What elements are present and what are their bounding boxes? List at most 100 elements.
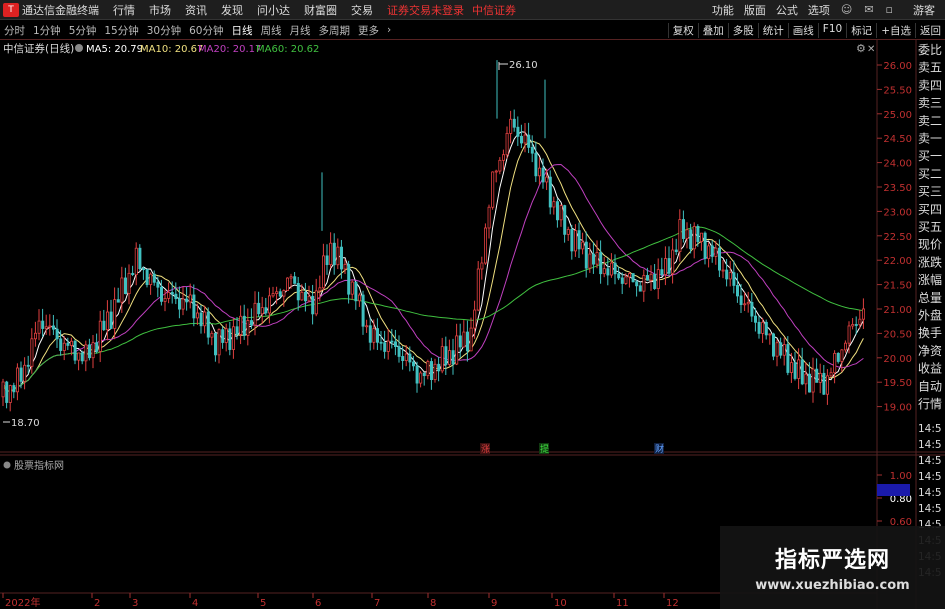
period-5min[interactable]: 5分钟 bbox=[69, 23, 97, 38]
menu-trade[interactable]: 交易 bbox=[351, 2, 373, 18]
btn-multi-stock[interactable]: 多股 bbox=[727, 22, 758, 38]
sub-settings-icon[interactable] bbox=[3, 461, 11, 469]
candle bbox=[397, 346, 401, 357]
period-weekly[interactable]: 周线 bbox=[261, 23, 282, 38]
x-tick: 7 bbox=[374, 598, 380, 609]
x-tick: 6 bbox=[315, 598, 321, 609]
candle bbox=[203, 311, 207, 327]
period-daily[interactable]: 日线 bbox=[232, 23, 253, 38]
candle bbox=[494, 170, 498, 173]
menu-function[interactable]: 功能 bbox=[712, 2, 734, 18]
help-icon[interactable]: ☺ bbox=[841, 3, 852, 16]
quote-side-panel: 委比卖五卖四卖三卖二卖一买一买二买三买四买五现价涨跌涨幅总量外盘换手净资收益自动… bbox=[918, 43, 942, 579]
close-icon[interactable]: ✕ bbox=[867, 44, 875, 55]
candle bbox=[710, 245, 714, 257]
candle bbox=[689, 229, 693, 250]
btn-adjust[interactable]: 复权 bbox=[667, 22, 698, 38]
time-label: 14:5 bbox=[918, 455, 942, 467]
gear-icon[interactable]: ⚙ bbox=[856, 42, 866, 55]
candle bbox=[527, 134, 531, 148]
candle bbox=[300, 291, 304, 301]
trade-login-alert[interactable]: 证券交易未登录 bbox=[387, 2, 464, 18]
candle bbox=[458, 335, 462, 348]
candle bbox=[847, 325, 851, 344]
menu-news[interactable]: 资讯 bbox=[185, 2, 207, 18]
menu-discover[interactable]: 发现 bbox=[221, 2, 243, 18]
btn-overlay[interactable]: 叠加 bbox=[697, 22, 728, 38]
candle bbox=[393, 341, 397, 347]
period-more[interactable]: 更多 bbox=[358, 23, 379, 38]
candle bbox=[602, 268, 606, 275]
kline-chart[interactable]: 中信证券(日线) MA5: 20.79 MA10: 20.67 MA20: 20… bbox=[0, 40, 945, 609]
candle bbox=[646, 275, 650, 281]
side-label: 买二 bbox=[918, 167, 942, 181]
candle bbox=[642, 275, 646, 292]
candle bbox=[192, 294, 196, 319]
x-tick: 5 bbox=[260, 598, 266, 609]
btn-back[interactable]: 返回 bbox=[915, 22, 945, 38]
candle bbox=[826, 375, 830, 395]
kline-chart-area[interactable]: 中信证券(日线) MA5: 20.79 MA10: 20.67 MA20: 20… bbox=[0, 40, 945, 609]
candle bbox=[253, 302, 257, 326]
side-label: 现价 bbox=[918, 238, 942, 252]
candle bbox=[339, 246, 343, 270]
candle bbox=[808, 373, 812, 393]
candle bbox=[347, 264, 351, 295]
candle bbox=[588, 253, 592, 269]
menu-quotes[interactable]: 行情 bbox=[113, 2, 135, 18]
menu-ask[interactable]: 问小达 bbox=[257, 2, 290, 18]
candle bbox=[592, 253, 596, 265]
period-multi[interactable]: 多周期 bbox=[319, 23, 351, 38]
period-60min[interactable]: 60分钟 bbox=[189, 23, 223, 38]
candle bbox=[264, 307, 268, 314]
period-tick[interactable]: 分时 bbox=[4, 23, 25, 38]
btn-add-watchlist[interactable]: +自选 bbox=[876, 22, 915, 38]
candle bbox=[408, 353, 412, 363]
menu-options[interactable]: 选项 bbox=[808, 2, 830, 18]
x-tick: 2 bbox=[94, 598, 100, 609]
side-label: 自动 bbox=[918, 379, 942, 393]
candle bbox=[70, 340, 74, 346]
broker-name[interactable]: 中信证券 bbox=[472, 2, 516, 18]
btn-draw[interactable]: 画线 bbox=[787, 22, 818, 38]
candle bbox=[563, 205, 567, 235]
minimize-icon[interactable]: ▫ bbox=[886, 3, 893, 16]
price-tick: 26.00 bbox=[883, 61, 912, 72]
candle bbox=[617, 273, 621, 279]
x-tick: 4 bbox=[192, 598, 198, 609]
candle bbox=[23, 364, 27, 382]
candle bbox=[483, 227, 487, 264]
candle bbox=[541, 167, 545, 183]
side-label: 换手 bbox=[918, 326, 942, 340]
btn-f10[interactable]: F10 bbox=[817, 22, 846, 38]
x-tick: 10 bbox=[554, 598, 567, 609]
candle bbox=[386, 340, 390, 352]
candle bbox=[267, 295, 271, 314]
menu-formula[interactable]: 公式 bbox=[776, 2, 798, 18]
btn-mark[interactable]: 标记 bbox=[846, 22, 876, 38]
candle bbox=[631, 273, 635, 283]
period-1min[interactable]: 1分钟 bbox=[33, 23, 61, 38]
period-monthly[interactable]: 月线 bbox=[290, 23, 311, 38]
time-label: 14:5 bbox=[918, 439, 942, 451]
candle bbox=[206, 311, 210, 338]
candle bbox=[574, 230, 578, 252]
period-15min[interactable]: 15分钟 bbox=[104, 23, 138, 38]
period-30min[interactable]: 30分钟 bbox=[147, 23, 181, 38]
settings-dot-icon[interactable] bbox=[75, 44, 83, 52]
mail-icon[interactable]: ✉ bbox=[864, 3, 873, 16]
candle bbox=[329, 242, 333, 266]
guest-label[interactable]: 游客 bbox=[913, 2, 935, 18]
candle bbox=[779, 342, 783, 356]
chevron-right-icon[interactable]: › bbox=[387, 24, 391, 36]
candle bbox=[224, 328, 228, 343]
menu-layout[interactable]: 版面 bbox=[744, 2, 766, 18]
menu-wealth[interactable]: 财富圈 bbox=[304, 2, 337, 18]
candle bbox=[610, 262, 614, 276]
ma60-label: MA60: 20.62 bbox=[256, 44, 319, 55]
btn-stats[interactable]: 统计 bbox=[757, 22, 788, 38]
price-tick: 19.50 bbox=[883, 378, 912, 389]
menu-market[interactable]: 市场 bbox=[149, 2, 171, 18]
candle bbox=[433, 363, 437, 381]
candle bbox=[613, 262, 617, 275]
